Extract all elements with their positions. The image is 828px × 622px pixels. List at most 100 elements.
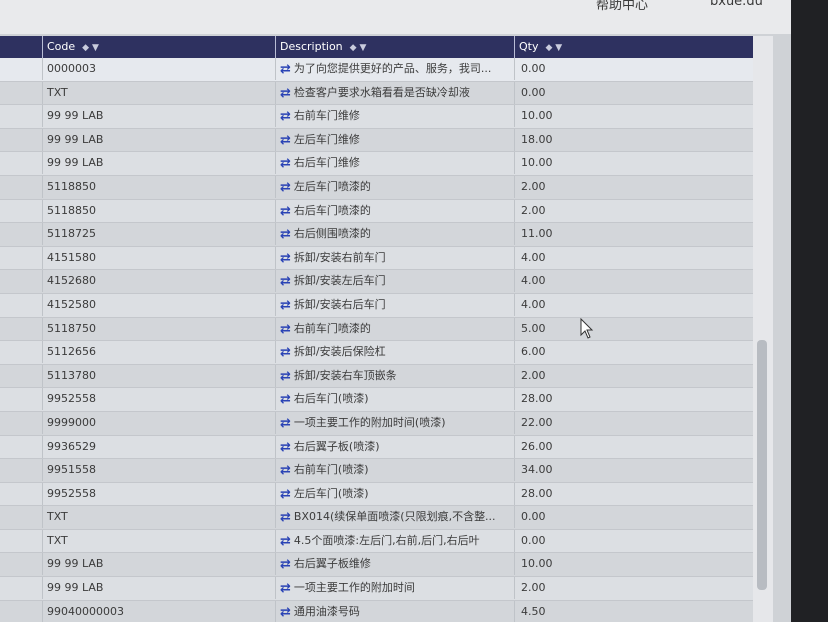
transfer-icon[interactable]: ⇄ xyxy=(280,366,291,387)
table-row[interactable]: 9952558 ⇄ 左后车门(喷漆) 28.00 xyxy=(0,482,753,507)
description-text: 右后翼子板(喷漆) xyxy=(293,439,380,453)
description-text: 右前车门喷漆的 xyxy=(293,321,371,335)
code-cell: 99 99 LAB xyxy=(42,128,273,151)
sort-filter-icon[interactable]: ◆ ▼ xyxy=(346,43,367,53)
table-row[interactable]: 4152580 ⇄ 拆卸/安装右后车门 4.00 xyxy=(0,293,753,318)
transfer-icon[interactable]: ⇄ xyxy=(280,295,291,316)
qty-cell: 6.00 xyxy=(514,341,756,364)
table-row[interactable]: 99 99 LAB ⇄ 右后翼子板维修 10.00 xyxy=(0,553,753,578)
description-cell: ⇄ 右后翼子板(喷漆) xyxy=(275,435,514,458)
transfer-icon[interactable]: ⇄ xyxy=(280,271,291,292)
screen-bezel xyxy=(791,0,828,622)
table-row[interactable]: 99 99 LAB ⇄ 一项主要工作的附加时间 2.00 xyxy=(0,577,753,601)
transfer-icon[interactable]: ⇄ xyxy=(280,59,291,80)
description-cell: ⇄ 检查客户要求水箱看看是否缺冷却液 xyxy=(275,81,514,104)
table-row[interactable]: 4152680 ⇄ 拆卸/安装左后车门 4.00 xyxy=(0,270,753,294)
description-cell: ⇄ 左后车门(喷漆) xyxy=(275,482,514,505)
column-header-qty[interactable]: Qty ◆ ▼ xyxy=(514,36,754,58)
description-text: 右前车门(喷漆) xyxy=(293,463,369,477)
table-row[interactable]: 0000003 ⇄ 为了向您提供更好的产品、服务，我司... 0.00 xyxy=(0,58,753,82)
description-cell: ⇄ 4.5个面喷漆:左后门,右前,后门,右后叶 xyxy=(275,529,514,552)
transfer-icon[interactable]: ⇄ xyxy=(280,342,291,363)
sort-filter-icon[interactable]: ◆ ▼ xyxy=(541,43,562,53)
transfer-icon[interactable]: ⇄ xyxy=(280,531,291,552)
transfer-icon[interactable]: ⇄ xyxy=(280,319,291,340)
mouse-pointer-icon xyxy=(580,318,594,339)
transfer-icon[interactable]: ⇄ xyxy=(280,83,291,104)
transfer-icon[interactable]: ⇄ xyxy=(280,602,291,622)
description-cell: ⇄ 右后车门维修 xyxy=(275,152,514,175)
table-row[interactable]: 99 99 LAB ⇄ 右后车门维修 10.00 xyxy=(0,152,753,176)
column-header-code[interactable]: Code ◆ ▼ xyxy=(42,36,275,58)
description-text: 右后车门维修 xyxy=(293,156,360,170)
code-cell: 99 99 LAB xyxy=(42,105,273,128)
table-row[interactable]: 9999000 ⇄ 一项主要工作的附加时间(喷漆) 22.00 xyxy=(0,411,753,436)
transfer-icon[interactable]: ⇄ xyxy=(280,130,291,151)
transfer-icon[interactable]: ⇄ xyxy=(280,153,291,174)
description-text: 一项主要工作的附加时间(喷漆) xyxy=(293,415,446,429)
description-cell: ⇄ 拆卸/安装后保险杠 xyxy=(275,341,514,364)
transfer-icon[interactable]: ⇄ xyxy=(280,554,291,575)
table-row[interactable]: 99 99 LAB ⇄ 左后车门维修 18.00 xyxy=(0,128,753,153)
qty-cell: 4.50 xyxy=(514,600,756,622)
transfer-icon[interactable]: ⇄ xyxy=(280,201,291,222)
table-row[interactable]: 99040000003 ⇄ 通用油漆号码 4.50 xyxy=(0,600,756,622)
user-name[interactable]: bxue.du xyxy=(710,0,763,9)
transfer-icon[interactable]: ⇄ xyxy=(280,106,291,127)
table-row[interactable]: 5112656 ⇄ 拆卸/安装后保险杠 6.00 xyxy=(0,341,753,365)
transfer-icon[interactable]: ⇄ xyxy=(280,484,291,505)
code-cell: 9952558 xyxy=(42,482,273,505)
description-text: 左后车门(喷漆) xyxy=(293,486,369,500)
transfer-icon[interactable]: ⇄ xyxy=(280,224,291,245)
table-row[interactable]: 99 99 LAB ⇄ 右前车门维修 10.00 xyxy=(0,105,753,129)
sort-filter-icon[interactable]: ◆ ▼ xyxy=(78,43,99,53)
table-row[interactable]: 5113780 ⇄ 拆卸/安装右车顶嵌条 2.00 xyxy=(0,364,753,389)
transfer-icon[interactable]: ⇄ xyxy=(280,389,291,410)
qty-cell: 34.00 xyxy=(514,459,756,482)
table-row[interactable]: 5118750 ⇄ 右前车门喷漆的 5.00 xyxy=(0,317,756,342)
description-cell: ⇄ 拆卸/安装左后车门 xyxy=(275,270,514,293)
qty-cell: 2.00 xyxy=(514,175,756,198)
qty-cell: 2.00 xyxy=(514,577,756,600)
table-row[interactable]: TXT ⇄ BX014(续保单面喷漆(只限划痕,不含整... 0.00 xyxy=(0,506,753,530)
table-row[interactable]: 5118850 ⇄ 右后车门喷漆的 2.00 xyxy=(0,199,753,224)
code-cell: 99 99 LAB xyxy=(42,577,273,600)
qty-cell: 10.00 xyxy=(514,152,756,175)
qty-cell: 0.00 xyxy=(514,58,756,80)
table-row[interactable]: 4151580 ⇄ 拆卸/安装右前车门 4.00 xyxy=(0,246,753,271)
table-row[interactable]: 9952558 ⇄ 右后车门(喷漆) 28.00 xyxy=(0,388,753,412)
code-cell: 9952558 xyxy=(42,388,273,411)
transfer-icon[interactable]: ⇄ xyxy=(280,460,291,481)
qty-cell: 0.00 xyxy=(514,506,756,529)
description-text: 左后车门维修 xyxy=(293,132,360,146)
description-text: 通用油漆号码 xyxy=(293,604,360,618)
description-cell: ⇄ 拆卸/安装右后车门 xyxy=(275,293,514,316)
qty-cell: 10.00 xyxy=(514,105,756,128)
scrollbar-thumb[interactable] xyxy=(757,340,767,590)
code-cell: 5118850 xyxy=(42,199,273,222)
code-cell: 5118725 xyxy=(42,223,273,246)
table-row[interactable]: TXT ⇄ 检查客户要求水箱看看是否缺冷却液 0.00 xyxy=(0,81,753,106)
qty-cell: 5.00 xyxy=(514,317,756,340)
description-cell: ⇄ 一项主要工作的附加时间 xyxy=(275,577,514,600)
code-cell: 4152580 xyxy=(42,293,273,316)
table-row[interactable]: 5118850 ⇄ 左后车门喷漆的 2.00 xyxy=(0,175,756,200)
description-cell: ⇄ 右前车门(喷漆) xyxy=(275,459,514,482)
description-text: 左后车门喷漆的 xyxy=(293,179,371,193)
transfer-icon[interactable]: ⇄ xyxy=(280,413,291,434)
description-text: 拆卸/安装后保险杠 xyxy=(293,345,386,359)
table-row[interactable]: 9951558 ⇄ 右前车门(喷漆) 34.00 xyxy=(0,459,753,483)
code-cell: 0000003 xyxy=(42,58,273,80)
table-row[interactable]: 9936529 ⇄ 右后翼子板(喷漆) 26.00 xyxy=(0,435,753,460)
transfer-icon[interactable]: ⇄ xyxy=(280,507,291,528)
transfer-icon[interactable]: ⇄ xyxy=(280,437,291,458)
column-header-description[interactable]: Description ◆ ▼ xyxy=(275,36,514,58)
table-row[interactable]: TXT ⇄ 4.5个面喷漆:左后门,右前,后门,右后叶 0.00 xyxy=(0,529,753,554)
help-center-link[interactable]: 帮助中心 xyxy=(596,0,648,13)
transfer-icon[interactable]: ⇄ xyxy=(280,177,291,198)
transfer-icon[interactable]: ⇄ xyxy=(280,248,291,269)
description-cell: ⇄ 右后车门(喷漆) xyxy=(275,388,514,411)
transfer-icon[interactable]: ⇄ xyxy=(280,578,291,599)
top-bar: 帮助中心 bxue.du xyxy=(0,0,828,34)
table-row[interactable]: 5118725 ⇄ 右后侧围喷漆的 11.00 xyxy=(0,223,753,247)
